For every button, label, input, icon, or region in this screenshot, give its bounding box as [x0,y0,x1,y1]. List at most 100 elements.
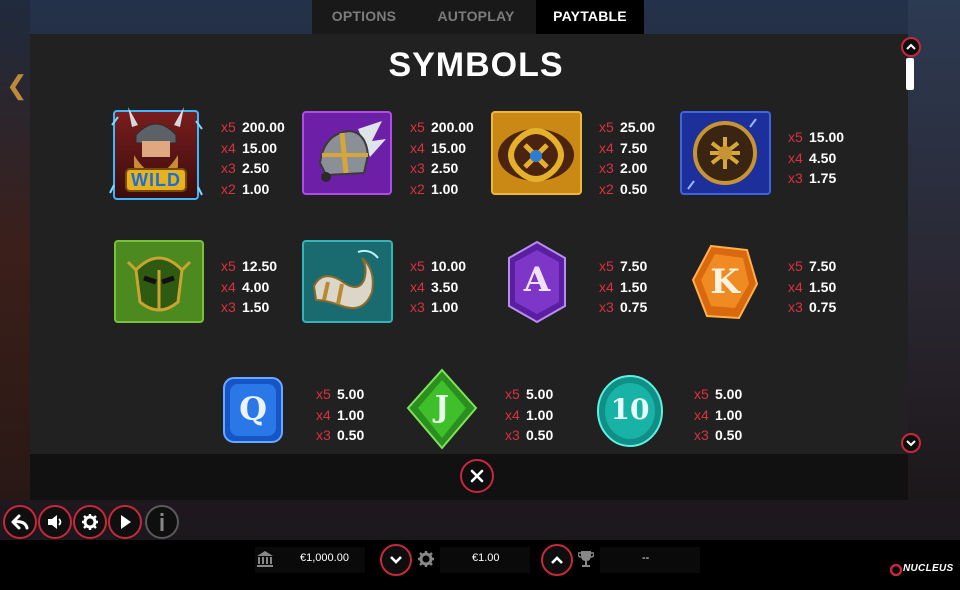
multiplier: x4 [788,149,803,166]
close-icon [470,469,484,483]
multiplier: x4 [599,139,614,156]
payout: 7.50 [620,258,648,274]
bet-increase-button[interactable] [541,544,573,576]
payout: 0.50 [337,427,365,444]
payout: 7.50 [620,139,648,156]
multiplier: x5 [694,386,709,402]
multiplier: x5 [788,129,803,145]
multiplier: x2 [221,181,236,198]
autoplay-button[interactable] [108,505,142,539]
payout: 25.00 [620,119,656,135]
multiplier: x3 [316,427,331,444]
winged-helmet-icon [302,111,392,195]
payout: 1.75 [809,170,837,187]
paytable-rune-q: x5 5.00 x4 1.00 x3 0.50 [316,384,364,446]
bet-decrease-button[interactable] [380,544,412,576]
multiplier: x5 [221,258,236,274]
multiplier: x5 [316,386,331,402]
symbol-rune-k: K [691,244,759,322]
multiplier: x5 [410,119,425,135]
multiplier: x3 [788,299,803,316]
symbol-wild: WILD [108,95,204,207]
payout: 0.50 [620,181,648,198]
payout: 1.00 [242,181,270,198]
symbol-golden-knot [491,111,582,195]
paytable-round-shield: x5 15.00 x4 4.50 x3 1.75 [788,127,844,189]
paytable-winged-helmet: x5 200.00 x4 15.00 x3 2.50 x2 1.00 [410,117,474,200]
multiplier: x3 [410,160,425,177]
payout: 1.50 [809,278,837,295]
tab-paytable[interactable]: PAYTABLE [536,0,644,34]
round-shield-icon [680,111,771,195]
multiplier: x5 [221,119,236,135]
multiplier: x4 [221,139,236,156]
payout: 5.00 [715,386,743,402]
gear-icon [82,514,98,530]
multiplier: x4 [505,406,520,423]
chevron-up-icon [906,43,916,50]
paytable-wild: x5 200.00 x4 15.00 x3 2.50 x2 1.00 [221,117,285,200]
payout: 1.50 [620,278,648,295]
rune-glyph: K [710,262,740,302]
payout: 2.00 [620,160,648,177]
page-title: SYMBOLS [388,46,564,84]
win-field [600,547,700,573]
paytable-golden-knot: x5 25.00 x4 7.50 x3 2.00 x2 0.50 [599,117,655,200]
symbol-drinking-horn [302,240,393,323]
scroll-down-button[interactable] [901,433,921,453]
multiplier: x5 [505,386,520,402]
trophy-icon [577,550,595,573]
coin-gear-icon [417,550,435,573]
multiplier: x3 [221,299,236,316]
multiplier: x3 [599,299,614,316]
close-button[interactable] [460,459,494,493]
payout: 15.00 [242,139,278,156]
win-value: -- [642,552,650,564]
symbol-green-mask [114,240,204,323]
symbol-rune-j: J [406,368,478,450]
info-button[interactable] [145,505,179,539]
scrollbar-thumb[interactable] [906,58,914,90]
multiplier: x3 [505,427,520,444]
nucleus-logo-icon [889,563,903,577]
multiplier: x3 [694,427,709,444]
tab-options[interactable]: OPTIONS [312,0,416,34]
multiplier: x4 [316,406,331,423]
payout: 15.00 [809,129,845,145]
multiplier: x4 [694,406,709,423]
payout: 5.00 [526,386,554,402]
multiplier: x4 [221,278,236,295]
multiplier: x4 [599,278,614,295]
payout: 1.00 [431,299,459,316]
multiplier: x2 [410,181,425,198]
bet-value: €1.00 [472,552,500,564]
payout: 0.50 [526,427,554,444]
chevron-down-icon [906,440,916,447]
multiplier: x3 [221,160,236,177]
multiplier: x4 [788,278,803,295]
paytable-green-mask: x5 12.50 x4 4.00 x3 1.50 [221,256,277,318]
multiplier: x4 [410,278,425,295]
payout: 10.00 [431,258,467,274]
payout: 1.00 [337,406,365,423]
symbol-winged-helmet [302,111,392,195]
paytable-rune-a: x5 7.50 x4 1.50 x3 0.75 [599,256,647,318]
rune-glyph: 10 [610,393,650,426]
payout: 4.50 [809,149,837,166]
multiplier: x3 [788,170,803,187]
rune-glyph: J [434,390,450,425]
tab-autoplay[interactable]: AUTOPLAY [416,0,536,34]
brand-logo: NUCLEUS [903,563,954,574]
symbol-rune-10: 10 [596,374,664,448]
rune-glyph: Q [239,390,267,428]
multiplier: x2 [599,181,614,198]
drinking-horn-icon [302,240,393,323]
payout: 7.50 [809,258,837,274]
payout: 200.00 [431,119,474,135]
paytable-rune-j: x5 5.00 x4 1.00 x3 0.50 [505,384,553,446]
scroll-up-button[interactable] [901,37,921,57]
sound-button[interactable] [38,505,72,539]
settings-button[interactable] [73,505,107,539]
back-button[interactable] [3,505,37,539]
speaker-icon [48,515,62,529]
